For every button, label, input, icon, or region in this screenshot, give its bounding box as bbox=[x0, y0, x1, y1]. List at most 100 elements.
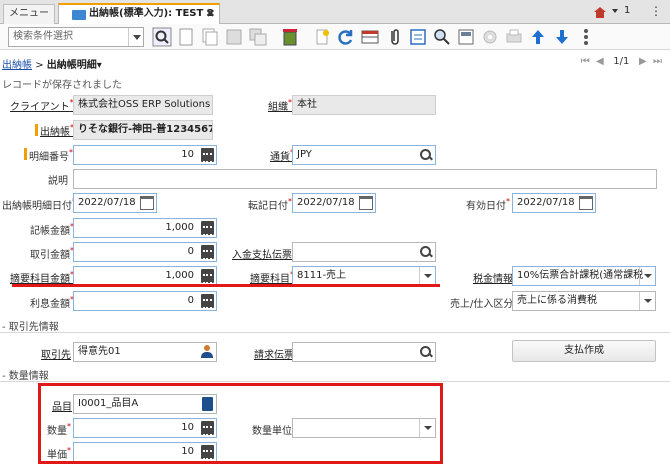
more-vertical-icon[interactable]: ⋮ bbox=[650, 5, 662, 17]
arrow-up-icon[interactable] bbox=[528, 27, 548, 47]
statement-date-field[interactable]: 2022/07/18 bbox=[73, 193, 157, 213]
calendar-icon[interactable] bbox=[140, 196, 154, 210]
calendar-icon[interactable] bbox=[359, 196, 373, 210]
status-message: レコードが保存されました bbox=[2, 80, 122, 91]
statement-amount-field[interactable]: 1,000 bbox=[73, 218, 217, 238]
highlight-underline bbox=[12, 284, 440, 287]
business-partner-field[interactable]: 得意先01 bbox=[73, 342, 217, 362]
zoom-across-icon[interactable] bbox=[432, 27, 452, 47]
create-payment-button[interactable]: 支払作成 bbox=[512, 340, 656, 362]
search-icon[interactable] bbox=[419, 345, 433, 359]
save-icon[interactable] bbox=[224, 27, 244, 47]
more-vertical-icon[interactable] bbox=[576, 27, 596, 47]
tab-cashbook[interactable]: 出納帳(標準入力): TEST 2 ✖ bbox=[58, 3, 220, 25]
print-icon[interactable] bbox=[504, 27, 524, 47]
invoice-label[interactable]: 請求伝票 bbox=[254, 346, 294, 361]
delete-icon[interactable] bbox=[280, 27, 300, 47]
section-divider bbox=[0, 381, 670, 382]
breadcrumb-cashbook-link[interactable]: 出納帳 bbox=[2, 60, 32, 71]
transaction-amount-field[interactable]: 0 bbox=[73, 242, 217, 262]
undo-icon[interactable] bbox=[312, 27, 332, 47]
first-record-icon[interactable]: ⏮ bbox=[581, 56, 590, 67]
chevron-down-icon[interactable] bbox=[128, 28, 143, 46]
tab-cashbook-label: 出納帳(標準入力): TEST 2 bbox=[89, 8, 214, 19]
calculator-icon[interactable] bbox=[201, 221, 214, 236]
search-icon[interactable] bbox=[419, 148, 433, 162]
org-field: 本社 bbox=[292, 95, 436, 115]
accounting-date-field[interactable]: 2022/07/18 bbox=[292, 193, 376, 213]
payment-label[interactable]: 入金支払伝票 bbox=[232, 246, 292, 261]
tax-type-select[interactable]: 売上に係る消費税 bbox=[512, 291, 656, 311]
search-query-select[interactable]: 検索条件選択 bbox=[8, 27, 144, 47]
attachment-icon[interactable] bbox=[384, 27, 404, 47]
tab-bar: メニュー 出納帳(標準入力): TEST 2 ✖ 1 ⋮ bbox=[0, 0, 670, 25]
copy-record-icon[interactable] bbox=[200, 27, 220, 47]
new-record-icon[interactable] bbox=[176, 27, 196, 47]
detail-record-icon[interactable] bbox=[408, 27, 428, 47]
section-partner-title[interactable]: - 取引先情報 bbox=[2, 318, 59, 333]
currency-field[interactable]: JPY bbox=[292, 145, 436, 165]
person-icon[interactable] bbox=[201, 345, 213, 359]
tax-select[interactable]: 10%伝票合計課税(通常課税 bbox=[512, 266, 656, 286]
process-gear-icon[interactable] bbox=[480, 27, 500, 47]
calculator-icon[interactable] bbox=[201, 269, 214, 284]
calculator-icon[interactable] bbox=[201, 245, 214, 260]
org-label[interactable]: 組織* bbox=[268, 98, 292, 113]
home-icon[interactable] bbox=[594, 7, 606, 18]
arrow-down-icon[interactable] bbox=[552, 27, 572, 47]
transaction-amount-label: 取引金額* bbox=[30, 246, 74, 261]
search-icon[interactable] bbox=[419, 245, 433, 259]
line-no-label: 明細番号* bbox=[29, 148, 73, 163]
cashbook-label[interactable]: 出納帳* bbox=[40, 123, 74, 138]
required-marker bbox=[24, 148, 27, 160]
interest-amount-label: 利息金額* bbox=[30, 295, 74, 310]
calculator-icon[interactable] bbox=[201, 148, 214, 163]
report-icon[interactable] bbox=[456, 27, 476, 47]
last-record-icon[interactable]: ⏭ bbox=[653, 56, 662, 67]
chevron-down-icon[interactable] bbox=[419, 267, 435, 285]
calendar-icon[interactable] bbox=[579, 196, 593, 210]
page-indicator: 1/1 bbox=[613, 56, 630, 67]
description-label: 説明 bbox=[48, 176, 68, 187]
search-placeholder: 検索条件選択 bbox=[13, 31, 73, 42]
description-field[interactable] bbox=[73, 169, 657, 189]
client-label[interactable]: クライアント* bbox=[10, 98, 74, 113]
charge-amount-label[interactable]: 摘要科目金額* bbox=[10, 270, 74, 285]
prev-record-icon[interactable]: ◀ bbox=[596, 56, 604, 67]
invoice-field[interactable] bbox=[292, 342, 436, 362]
charge-select[interactable]: 8111-売上 bbox=[292, 266, 436, 286]
chevron-down-icon[interactable] bbox=[639, 292, 655, 310]
valuta-date-field[interactable]: 2022/07/18 bbox=[512, 193, 596, 213]
section-quantity-title[interactable]: - 数量情報 bbox=[2, 367, 49, 382]
record-navigation: ⏮ ◀ 1/1 ▶ ⏭ bbox=[581, 56, 662, 67]
line-no-field[interactable]: 10 bbox=[73, 145, 217, 165]
breadcrumb-current[interactable]: 出納帳明細▾ bbox=[47, 60, 102, 71]
chevron-down-icon[interactable] bbox=[639, 267, 655, 285]
chevron-down-icon[interactable] bbox=[612, 9, 618, 13]
close-icon[interactable]: ✖ bbox=[206, 5, 215, 23]
toolbar: 検索条件選択 bbox=[0, 24, 670, 50]
refresh-icon[interactable] bbox=[336, 27, 356, 47]
section-divider bbox=[0, 332, 670, 333]
breadcrumb: 出納帳 > 出納帳明細▾ bbox=[2, 56, 102, 71]
calculator-icon[interactable] bbox=[201, 294, 214, 309]
client-field: 株式会社OSS ERP Solutions bbox=[73, 95, 213, 115]
tab-count: 1 bbox=[624, 5, 631, 16]
interest-amount-field[interactable]: 0 bbox=[73, 291, 217, 311]
save-new-icon[interactable] bbox=[248, 27, 268, 47]
search-icon[interactable] bbox=[152, 27, 172, 47]
breadcrumb-separator: > bbox=[35, 60, 44, 71]
statement-date-label: 出納帳明細日付* bbox=[2, 197, 76, 212]
next-record-icon[interactable]: ▶ bbox=[639, 56, 647, 67]
grid-toggle-icon[interactable] bbox=[360, 27, 380, 47]
charge-amount-field[interactable]: 1,000 bbox=[73, 266, 217, 286]
highlight-box bbox=[38, 383, 443, 464]
cashbook-field: りそな銀行-神田-普1234567 bbox=[73, 120, 213, 140]
payment-field[interactable] bbox=[292, 242, 436, 262]
tab-menu[interactable]: メニュー bbox=[3, 4, 55, 24]
currency-label[interactable]: 通貨* bbox=[270, 148, 294, 163]
tax-label[interactable]: 税金情報* bbox=[473, 270, 517, 285]
charge-label[interactable]: 摘要科目* bbox=[250, 270, 294, 285]
business-partner-label[interactable]: 取引先 bbox=[41, 346, 71, 361]
document-icon bbox=[72, 10, 86, 20]
